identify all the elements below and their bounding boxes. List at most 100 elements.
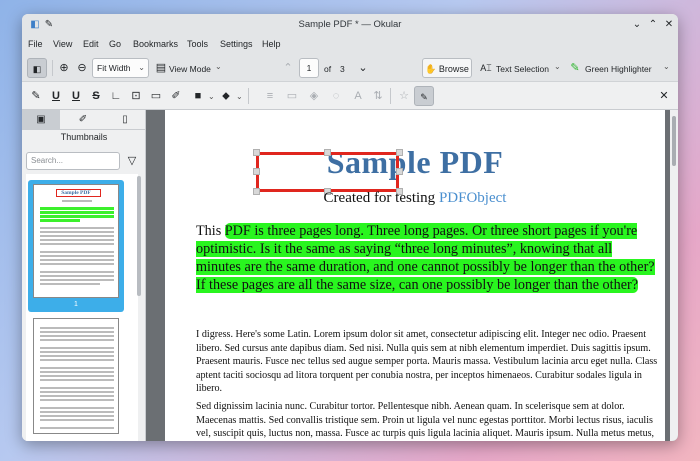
maximize-icon[interactable]: ⌃ <box>646 18 660 32</box>
thumbnail-search-input[interactable]: Search... <box>26 152 120 170</box>
thumbnail-text-line <box>40 411 114 413</box>
zoom-in-icon[interactable]: ⊕ <box>56 60 72 76</box>
highlight-tool-icon[interactable]: ✎ <box>28 88 44 104</box>
toolbar-separator <box>52 60 53 76</box>
shape-tool-icon[interactable]: ■ <box>190 88 206 104</box>
minimize-icon[interactable]: ⌄ <box>630 18 644 32</box>
thumbnail-text-line <box>40 415 114 417</box>
line-width-icon[interactable]: ≡ <box>262 88 278 104</box>
opacity-icon[interactable]: ◌ <box>328 88 344 104</box>
main-toolbar: ◧ ⊕ ⊖ Fit Width ⌄ ▤ View Mode ⌄ ⌃ 1 of 3… <box>22 54 678 82</box>
thumbnail-text-line <box>40 327 114 329</box>
thumbnail-text-line <box>40 419 114 421</box>
document-viewer[interactable]: Sample PDF Created for testing PDFObject… <box>146 110 678 441</box>
pdfobject-link[interactable]: PDFObject <box>439 190 507 206</box>
resize-handle[interactable] <box>253 168 260 175</box>
menu-file[interactable]: File <box>28 39 43 49</box>
squiggle-tool-icon[interactable]: U <box>68 88 84 104</box>
thumbnail-text-line <box>40 371 114 373</box>
annotations-tab-icon[interactable]: ✐ <box>64 110 102 130</box>
chevron-down-icon[interactable]: ⌄ <box>554 62 561 71</box>
menu-view[interactable]: View <box>53 39 72 49</box>
freehand-line-icon[interactable]: ✐ <box>168 88 184 104</box>
thumbnail-list: Sample PDF 1 <box>26 174 138 441</box>
zoom-out-icon[interactable]: ⊖ <box>74 60 90 76</box>
strikeout-tool-icon[interactable]: S <box>88 88 104 104</box>
page-total-label: 3 <box>340 64 345 74</box>
document-scrollbar[interactable] <box>670 110 678 441</box>
menu-settings[interactable]: Settings <box>220 39 253 49</box>
zoom-mode-select[interactable]: Fit Width ⌄ <box>92 58 149 78</box>
border-icon[interactable]: ▭ <box>284 88 300 104</box>
font-icon[interactable]: A <box>350 88 366 104</box>
previous-page-icon[interactable]: ⌃ <box>280 60 296 76</box>
typewriter-tool-icon[interactable]: ∟ <box>108 88 124 104</box>
menu-go[interactable]: Go <box>109 39 121 49</box>
thumbnail-page-image: Sample PDF <box>33 184 119 298</box>
thumbnail-text-line <box>40 347 114 349</box>
highlighter-select[interactable]: Green Highlighter <box>585 64 652 74</box>
resize-handle[interactable] <box>253 149 260 156</box>
fill-color-icon[interactable]: ◈ <box>306 88 322 104</box>
inline-note-icon[interactable]: ⊡ <box>128 88 144 104</box>
annotation-settings-icon[interactable]: ⇅ <box>370 88 386 104</box>
thumbnail-text-line <box>40 375 114 377</box>
resize-handle[interactable] <box>396 168 403 175</box>
document-page[interactable]: Sample PDF Created for testing PDFObject… <box>165 110 665 441</box>
menu-tools[interactable]: Tools <box>187 39 208 49</box>
stamp-tool-icon[interactable]: ⬥ <box>218 88 234 104</box>
document-scrollbar-handle[interactable] <box>672 116 676 166</box>
thumbnail-page-2[interactable] <box>33 318 119 434</box>
next-page-icon[interactable]: ⌄ <box>355 60 371 76</box>
menu-bookmarks[interactable]: Bookmarks <box>133 39 178 49</box>
close-toolbar-icon[interactable]: ✕ <box>656 88 672 104</box>
rectangle-annotation[interactable] <box>256 152 399 192</box>
toolbar-separator <box>248 88 249 104</box>
sidebar-toggle-button[interactable]: ◧ <box>27 58 47 78</box>
chevron-down-icon[interactable]: ⌄ <box>215 62 222 71</box>
thumbnail-text-line <box>40 263 114 265</box>
thumbnail-text-line <box>40 279 114 281</box>
browse-button[interactable]: ✋ Browse <box>422 58 472 78</box>
popup-note-icon[interactable]: ▭ <box>148 88 164 104</box>
page-number-input[interactable]: 1 <box>299 58 319 78</box>
thumbnails-tab-icon[interactable]: ▣ <box>22 110 60 130</box>
zoom-mode-value: Fit Width <box>97 63 131 73</box>
sidebar-scrollbar[interactable] <box>136 172 142 437</box>
menu-edit[interactable]: Edit <box>83 39 99 49</box>
filter-icon[interactable]: ▽ <box>124 153 140 169</box>
thumbnail-text-line <box>40 251 114 253</box>
resize-handle[interactable] <box>396 149 403 156</box>
thumbnail-page-number: 1 <box>74 301 78 308</box>
pin-toolbar-button[interactable]: ✎ <box>414 86 434 106</box>
latin-paragraph-1: I digress. Here's some Latin. Lorem ipsu… <box>196 329 658 394</box>
thumbnail-text-line <box>40 335 114 337</box>
view-mode-label[interactable]: View Mode <box>169 64 211 74</box>
thumbnail-text-line <box>40 427 114 429</box>
chevron-down-icon[interactable]: ⌄ <box>236 92 243 101</box>
thumbnail-text-line <box>40 355 114 357</box>
thumbnails-heading: Thumbnails <box>60 132 108 142</box>
green-highlight-annotation[interactable]: PDF is three pages long. Three long page… <box>196 223 655 293</box>
page-of-label: of <box>324 64 332 74</box>
underline-tool-icon[interactable]: U <box>48 88 64 104</box>
sidebar-scrollbar-handle[interactable] <box>137 176 141 296</box>
paragraph-lead-text: This <box>196 223 225 239</box>
sidebar: ▣ ✐ ▯ Thumbnails Search... ▽ Sample PDF <box>22 110 146 441</box>
title-bar: ◧ ✎ Sample PDF * — Okular ⌄ ⌃ ✕ <box>22 14 678 36</box>
close-window-icon[interactable]: ✕ <box>662 18 676 32</box>
chevron-down-icon[interactable]: ⌄ <box>208 92 215 101</box>
menu-help[interactable]: Help <box>262 39 281 49</box>
thumbnail-text-line <box>40 391 114 393</box>
bookmarks-tab-icon[interactable]: ▯ <box>106 110 144 130</box>
favorite-star-icon[interactable]: ☆ <box>396 88 412 104</box>
text-selection-button[interactable]: Text Selection <box>496 64 549 74</box>
thumbnail-page-1[interactable]: Sample PDF 1 <box>28 180 124 312</box>
thumbnail-text-line <box>40 399 114 401</box>
chevron-down-icon[interactable]: ⌄ <box>663 62 670 71</box>
thumbnail-text-line <box>40 243 114 245</box>
view-mode-icon[interactable]: ▤ <box>153 60 169 76</box>
highlighted-paragraph: This PDF is three pages long. Three long… <box>196 222 658 294</box>
thumbnail-text-line <box>40 395 114 397</box>
resize-handle[interactable] <box>324 149 331 156</box>
